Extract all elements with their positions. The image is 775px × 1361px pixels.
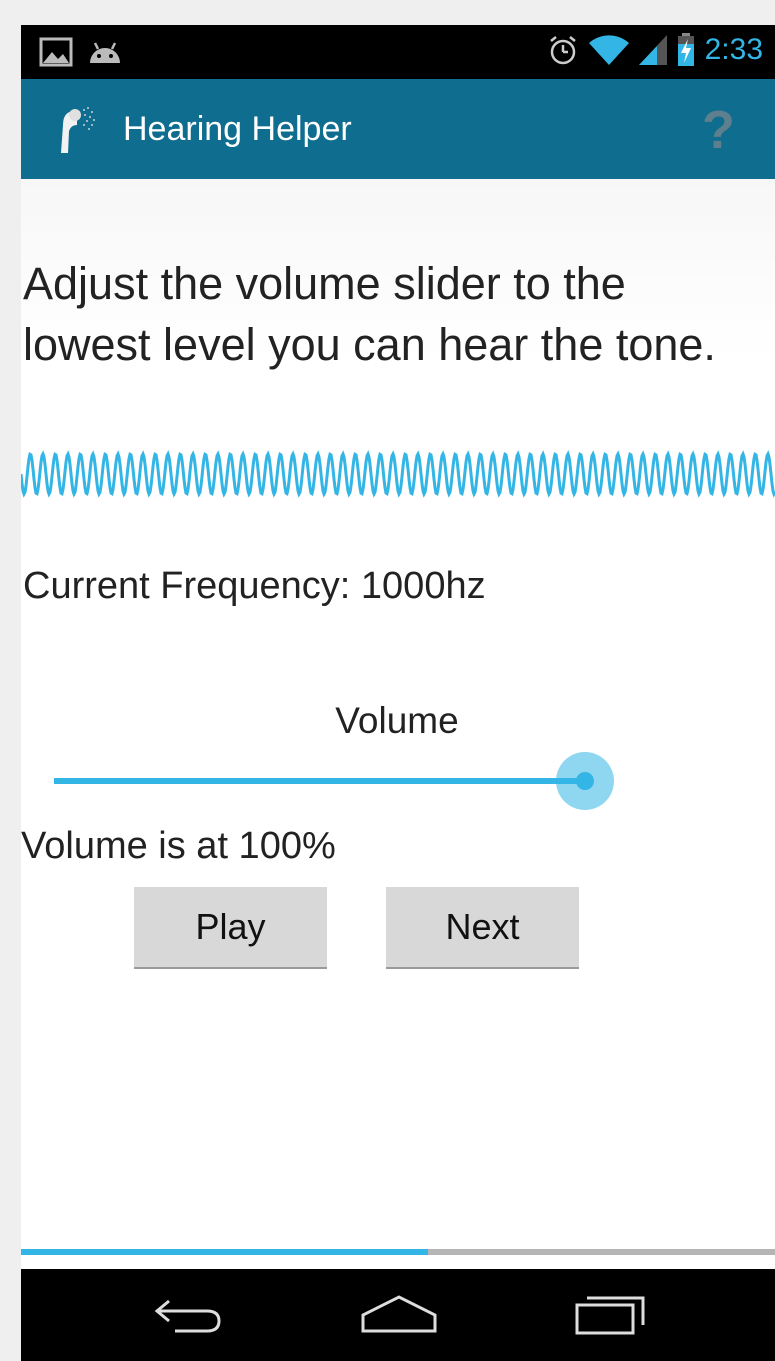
- status-time: 2:33: [704, 33, 763, 66]
- tone-wave-graphic: [21, 450, 775, 498]
- recent-apps-icon[interactable]: [573, 1293, 649, 1337]
- alarm-icon: [549, 36, 576, 65]
- wifi-icon: [588, 35, 629, 65]
- earphone-icon[interactable]: [53, 103, 105, 157]
- back-icon[interactable]: [151, 1293, 225, 1337]
- slider-track: [54, 778, 585, 784]
- navigation-bar: [21, 1269, 775, 1361]
- volume-slider[interactable]: [54, 752, 614, 810]
- device-screen: 2:33 Hearing Helper ? Adjust the volume …: [21, 25, 775, 1361]
- volume-label-text: Volume: [335, 700, 459, 741]
- help-button[interactable]: ?: [702, 99, 735, 161]
- status-bar: 2:33: [21, 25, 775, 79]
- progress-bar: [21, 1249, 775, 1255]
- home-icon[interactable]: [359, 1293, 439, 1337]
- app-title: Hearing Helper: [123, 110, 352, 148]
- next-button[interactable]: Next: [386, 887, 579, 969]
- signal-icon: [638, 35, 667, 65]
- picture-icon: [39, 37, 73, 67]
- volume-status: Volume is at 100%: [21, 825, 336, 867]
- slider-thumb[interactable]: [576, 772, 594, 790]
- play-button[interactable]: Play: [134, 887, 327, 969]
- battery-charging-icon: [677, 33, 694, 66]
- current-frequency: Current Frequency: 1000hz: [23, 565, 486, 607]
- android-icon: [90, 42, 120, 63]
- volume-label: Volume: [21, 700, 775, 742]
- progress-fill: [21, 1249, 429, 1255]
- instruction-text: Adjust the volume slider to the lowest l…: [23, 258, 716, 370]
- action-bar: Hearing Helper ?: [21, 79, 775, 179]
